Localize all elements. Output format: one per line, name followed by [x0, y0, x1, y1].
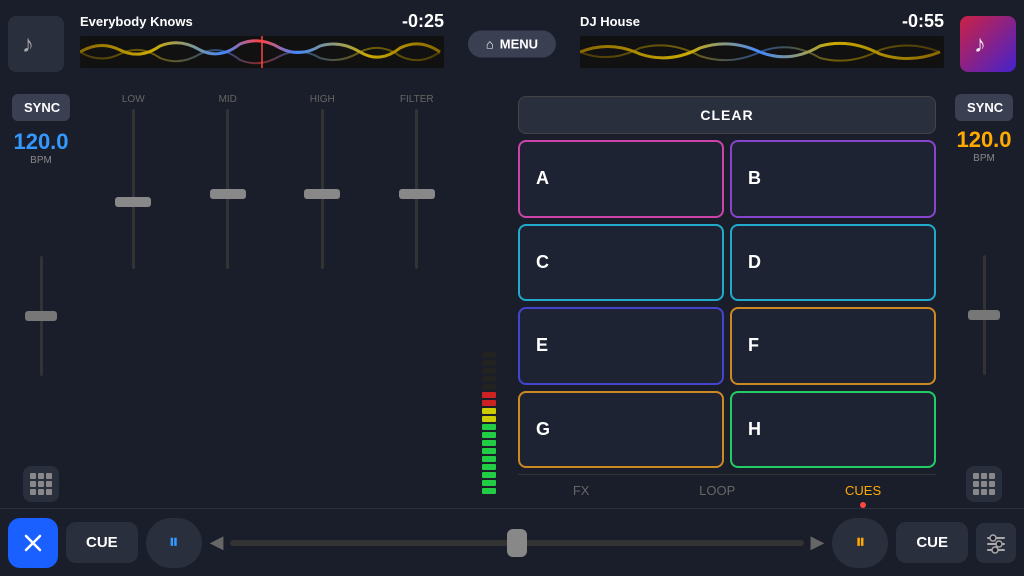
right-grid-button[interactable] — [966, 466, 1002, 502]
right-track-art: ♪ — [952, 0, 1024, 88]
volume-meter — [474, 94, 504, 502]
right-track-section: DJ House -0:55 — [572, 0, 952, 88]
pad-A-button[interactable]: A — [518, 140, 724, 218]
eq-filter-track — [415, 109, 418, 269]
eq-mid-slider[interactable] — [206, 109, 250, 498]
left-pause-button[interactable]: ⏸ — [146, 518, 202, 568]
pad-H-button[interactable]: H — [730, 391, 936, 469]
crossfader-section: ◀ ▶ — [210, 532, 825, 553]
right-track-name: DJ House — [580, 14, 640, 29]
left-mixer: SYNC 120.0 BPM LOW MID — [0, 88, 510, 508]
x-button[interactable] — [8, 518, 58, 568]
eq-low-slider[interactable] — [111, 109, 155, 498]
eq-filter-handle[interactable] — [399, 189, 435, 199]
eq-label-low: LOW — [103, 94, 163, 105]
right-pause-icon: ⏸ — [855, 531, 865, 554]
eq-high-track — [321, 109, 324, 269]
eq-label-high: HIGH — [292, 94, 352, 105]
left-pitch-slider[interactable] — [40, 174, 43, 458]
x-icon — [22, 532, 44, 554]
right-track-time: -0:55 — [902, 11, 944, 32]
bottom-bar: CUE ⏸ ◀ ▶ ⏸ CUE — [0, 508, 1024, 576]
tab-loop[interactable]: LOOP — [683, 481, 751, 500]
left-arrow-icon: ◀ — [210, 532, 224, 553]
right-bpm-unit: BPM — [956, 153, 1011, 164]
eq-low-handle[interactable] — [115, 197, 151, 207]
eq-high-handle[interactable] — [304, 189, 340, 199]
right-pitch-track — [983, 255, 986, 375]
mixer-settings-button[interactable] — [976, 523, 1016, 563]
tab-fx[interactable]: FX — [557, 481, 606, 500]
left-pause-icon: ⏸ — [169, 531, 179, 554]
right-pause-button[interactable]: ⏸ — [832, 518, 888, 568]
left-waveform-svg: // Will be rendered as inline rects — [80, 36, 444, 68]
mixer-icon — [985, 532, 1007, 554]
right-waveform-svg — [580, 36, 944, 68]
left-track-name: Everybody Knows — [80, 14, 193, 29]
pad-D-button[interactable]: D — [730, 224, 936, 302]
left-track-section: Everybody Knows -0:25 — [72, 0, 452, 88]
pad-grid: A B C D E F G H — [518, 140, 936, 468]
left-bpm-value: 120.0 — [13, 129, 68, 155]
eq-low-track — [132, 109, 135, 269]
eq-filter-slider[interactable] — [395, 109, 439, 498]
eq-section: LOW MID HIGH FILTER — [78, 94, 472, 502]
right-pitch-slider[interactable] — [983, 170, 986, 460]
cue-panel: CLEAR A B C D E F G H FX LOOP CUES — [510, 88, 944, 508]
right-bpm-value: 120.0 — [956, 127, 1011, 153]
left-bpm-unit: BPM — [13, 155, 68, 166]
right-waveform — [572, 32, 952, 77]
main-area: SYNC 120.0 BPM LOW MID — [0, 88, 1024, 508]
svg-text:♪: ♪ — [974, 31, 986, 58]
left-track-art: ♪ — [0, 0, 72, 88]
clear-button[interactable]: CLEAR — [518, 96, 936, 134]
eq-high-slider[interactable] — [300, 109, 344, 498]
eq-sliders — [82, 105, 468, 502]
cue-tabs: FX LOOP CUES — [518, 474, 936, 500]
right-pitch-handle[interactable] — [968, 310, 1000, 320]
left-sync-col: SYNC 120.0 BPM — [6, 94, 76, 502]
pad-B-button[interactable]: B — [730, 140, 936, 218]
svg-text:♪: ♪ — [22, 31, 34, 58]
music-note-icon-right: ♪ — [974, 30, 1002, 58]
left-pitch-handle[interactable] — [25, 311, 57, 321]
right-sync-col: SYNC 120.0 BPM — [944, 88, 1024, 508]
eq-mid-track — [226, 109, 229, 269]
left-album-art: ♪ — [8, 16, 64, 72]
pad-E-button[interactable]: E — [518, 307, 724, 385]
center-header: ⌂ MENU — [452, 0, 572, 88]
right-cue-button[interactable]: CUE — [896, 522, 968, 563]
eq-label-filter: FILTER — [387, 94, 447, 105]
right-album-art: ♪ — [960, 16, 1016, 72]
pad-G-button[interactable]: G — [518, 391, 724, 469]
tab-cues[interactable]: CUES — [829, 481, 897, 500]
right-sync-button[interactable]: SYNC — [955, 94, 1013, 121]
left-cue-button[interactable]: CUE — [66, 522, 138, 563]
left-track-time: -0:25 — [402, 11, 444, 32]
menu-button[interactable]: ⌂ MENU — [468, 31, 556, 58]
left-bpm-display: 120.0 BPM — [13, 129, 68, 166]
home-icon: ⌂ — [486, 37, 494, 52]
left-sync-button[interactable]: SYNC — [12, 94, 70, 121]
eq-mid-handle[interactable] — [210, 189, 246, 199]
eq-labels: LOW MID HIGH FILTER — [82, 94, 468, 105]
pad-F-button[interactable]: F — [730, 307, 936, 385]
left-pitch-track — [40, 256, 43, 376]
left-waveform: // Will be rendered as inline rects — [72, 32, 452, 77]
left-grid-button[interactable] — [23, 466, 59, 502]
pad-C-button[interactable]: C — [518, 224, 724, 302]
right-arrow-icon: ▶ — [810, 532, 824, 553]
right-bpm-display: 120.0 BPM — [956, 127, 1011, 164]
crossfader-handle[interactable] — [507, 529, 527, 557]
right-grid-icon — [973, 473, 995, 495]
left-grid-icon — [30, 473, 52, 495]
volume-level-meter — [482, 98, 496, 498]
crossfader-track[interactable] — [230, 540, 805, 546]
eq-label-mid: MID — [198, 94, 258, 105]
header: ♪ Everybody Knows -0:25 — [0, 0, 1024, 88]
music-note-icon-left: ♪ — [22, 30, 50, 58]
